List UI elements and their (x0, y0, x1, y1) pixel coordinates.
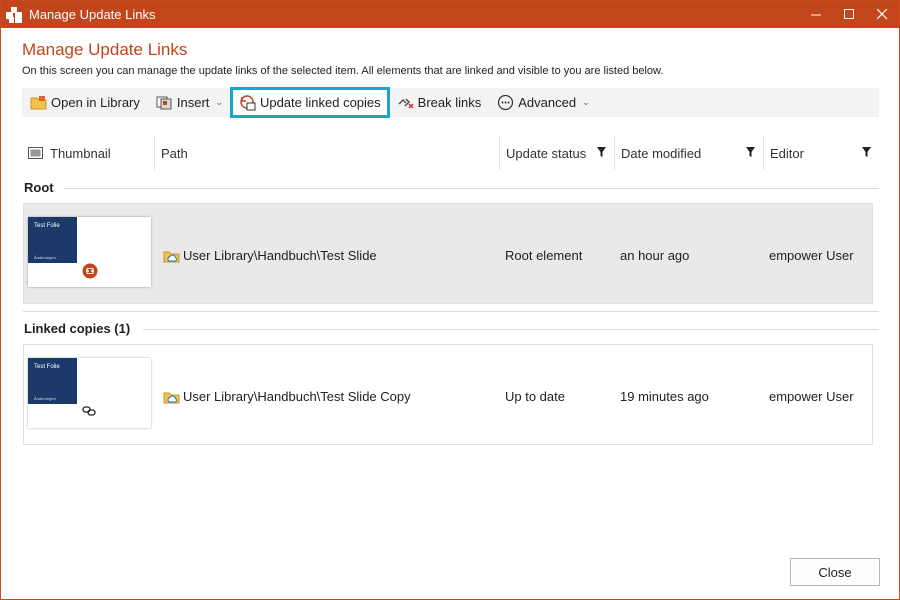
minimize-button[interactable] (800, 1, 833, 28)
update-status-cell: Up to date (505, 389, 565, 404)
editor-cell: empower User (769, 248, 854, 263)
toolbar: Open in Library Insert ⌄ Update linked c… (22, 87, 879, 118)
date-modified-cell: 19 minutes ago (620, 389, 709, 404)
page-description: On this screen you can manage the update… (22, 65, 664, 77)
broken-link-icon (397, 94, 414, 111)
group-divider (143, 329, 879, 330)
root-link-badge-icon (82, 263, 98, 279)
cloud-folder-icon (163, 251, 180, 262)
group-divider (23, 311, 879, 312)
update-status-cell: Root element (505, 248, 583, 263)
column-header-row: Thumbnail Path Update status Date modifi… (22, 136, 879, 170)
group-root-label: Root (24, 180, 54, 195)
update-linked-copies-button[interactable]: Update linked copies (229, 87, 390, 118)
insert-button[interactable]: Insert ⌄ (148, 88, 231, 117)
column-thumbnail-label: Thumbnail (50, 145, 111, 161)
image-icon (28, 146, 43, 159)
close-window-button[interactable] (866, 1, 899, 28)
page-title: Manage Update Links (22, 40, 188, 59)
chevron-down-icon: ⌄ (582, 97, 590, 107)
column-update-status-label: Update status (506, 145, 587, 161)
column-editor[interactable]: Editor (763, 136, 879, 170)
more-options-icon (497, 94, 514, 111)
column-editor-label: Editor (770, 145, 804, 161)
path-cell: User Library\Handbuch\Test Slide Copy (163, 389, 411, 404)
path-cell: User Library\Handbuch\Test Slide (163, 248, 377, 263)
path-text: User Library\Handbuch\Test Slide (183, 248, 377, 263)
dialog-window: Manage Update Links Manage Update Links … (0, 0, 900, 600)
table-row-root[interactable]: Test Folie Ãnderungen User Library\Handb… (23, 203, 873, 304)
filter-icon[interactable] (597, 147, 606, 158)
column-date-modified[interactable]: Date modified (614, 136, 763, 170)
thumbnail-title-block: Test Folie Ãnderungen (28, 358, 77, 404)
chevron-down-icon: ⌄ (215, 97, 223, 107)
thumbnail-title: Test Folie (34, 364, 60, 370)
update-linked-copies-label: Update linked copies (259, 95, 381, 110)
filter-icon[interactable] (862, 147, 871, 158)
column-path-label: Path (161, 145, 188, 161)
column-path[interactable]: Path (154, 136, 499, 170)
group-linked-label: Linked copies (1) (24, 321, 131, 336)
break-links-label: Break links (417, 95, 482, 110)
title-bar[interactable]: Manage Update Links (1, 1, 899, 28)
table-row-linked-copy[interactable]: Test Folie Ãnderungen User Library\Handb… (23, 344, 873, 445)
open-in-library-button[interactable]: Open in Library (22, 88, 148, 117)
window-title: Manage Update Links (29, 7, 156, 22)
app-logo-icon (6, 6, 22, 23)
column-date-modified-label: Date modified (621, 145, 702, 161)
editor-cell: empower User (769, 389, 854, 404)
refresh-link-icon (239, 94, 256, 111)
advanced-label: Advanced (518, 95, 577, 110)
column-update-status[interactable]: Update status (499, 136, 614, 170)
path-text: User Library\Handbuch\Test Slide Copy (183, 389, 411, 404)
cloud-folder-icon (163, 392, 180, 403)
slide-thumbnail: Test Folie Ãnderungen (28, 217, 151, 287)
group-divider (64, 188, 879, 189)
link-chain-icon (82, 406, 96, 416)
thumbnail-title-block: Test Folie Ãnderungen (28, 217, 77, 263)
close-button[interactable]: Close (790, 558, 880, 586)
open-in-library-label: Open in Library (51, 95, 140, 110)
thumbnail-subtitle: Ãnderungen (34, 255, 56, 260)
filter-icon[interactable] (746, 147, 755, 158)
date-modified-cell: an hour ago (620, 248, 690, 263)
insert-label: Insert (176, 95, 210, 110)
thumbnail-title: Test Folie (34, 223, 60, 229)
folder-icon (30, 94, 47, 111)
slide-thumbnail: Test Folie Ãnderungen (28, 358, 151, 428)
close-icon (877, 9, 888, 20)
insert-slide-icon (156, 94, 173, 111)
column-thumbnail[interactable]: Thumbnail (22, 136, 154, 170)
break-links-button[interactable]: Break links (389, 88, 490, 117)
thumbnail-subtitle: Ãnderungen (34, 396, 56, 401)
maximize-icon (844, 9, 854, 19)
minimize-icon (811, 14, 821, 16)
maximize-button[interactable] (833, 1, 866, 28)
advanced-button[interactable]: Advanced ⌄ (489, 88, 597, 117)
